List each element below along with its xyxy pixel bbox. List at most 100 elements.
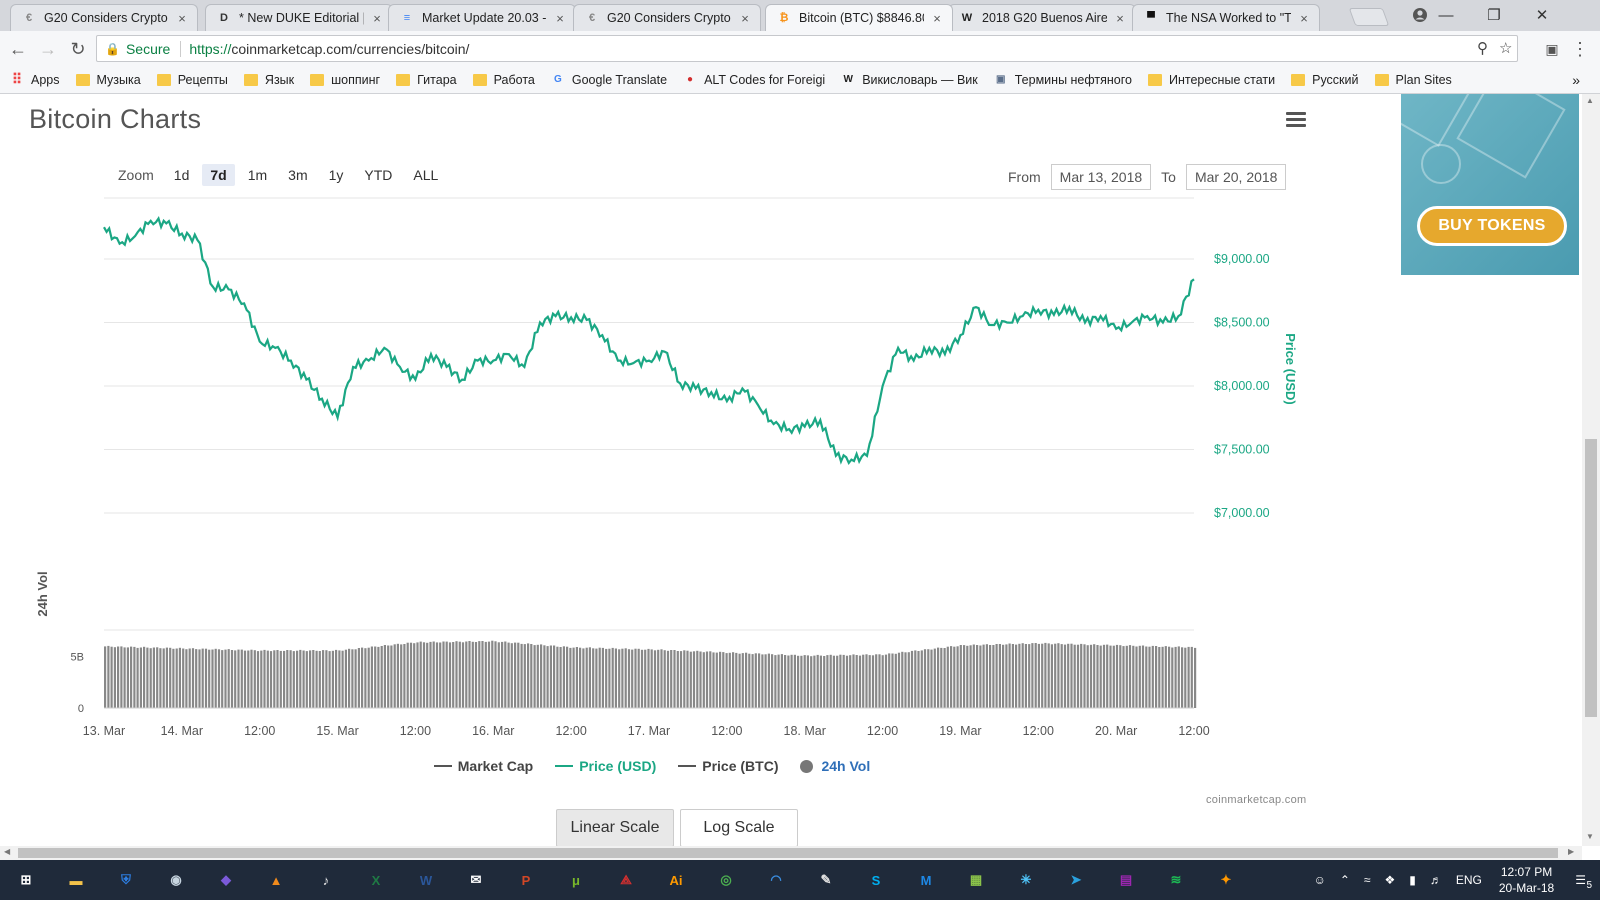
tab-close-icon[interactable]: ×	[738, 11, 752, 26]
language-indicator[interactable]: ENG	[1456, 873, 1482, 887]
bookmark-item[interactable]: ▣ Термины нефтяного	[994, 73, 1132, 87]
browser-tab[interactable]: ₿ Bitcoin (BTC) $8846.80 ×	[765, 4, 953, 31]
forward-arrow-icon[interactable]: →	[36, 37, 60, 61]
zoom-option-button[interactable]: 1m	[240, 164, 275, 186]
file-explorer-icon[interactable]: ▬	[60, 866, 92, 894]
shield-icon[interactable]: ⛨	[110, 866, 142, 894]
close-window-icon[interactable]: ✕	[1520, 3, 1564, 27]
app-orange-icon[interactable]: ✦	[1210, 866, 1242, 894]
legend-item[interactable]: 24h Vol	[800, 758, 870, 774]
tab-close-icon[interactable]: ×	[370, 11, 384, 26]
excel-icon[interactable]: X	[360, 866, 392, 894]
tab-close-icon[interactable]: ×	[1113, 11, 1127, 26]
to-date-input[interactable]: Mar 20, 2018	[1185, 164, 1287, 190]
zoom-option-button[interactable]: 1d	[166, 164, 198, 186]
wifi-icon[interactable]: ≈	[1364, 873, 1371, 887]
app-purple-icon[interactable]: ◆	[210, 866, 242, 894]
bookmark-item[interactable]: Русский	[1291, 73, 1359, 87]
windows-start-icon[interactable]: ⊞	[10, 866, 42, 894]
clock[interactable]: 12:07 PM 20-Mar-18	[1499, 864, 1554, 896]
bookmarks-more-icon[interactable]: »	[1572, 72, 1580, 88]
horizontal-scroll-thumb[interactable]	[18, 848, 1558, 858]
browser-tab[interactable]: W 2018 G20 Buenos Aire ×	[948, 4, 1136, 31]
vertical-scroll-thumb[interactable]	[1585, 439, 1597, 717]
price-chart[interactable]: 5B 0 $9,000.00 $8,500.00 $8,000.00 $7,500.00…	[0, 194, 1320, 754]
zoom-option-button[interactable]: ALL	[405, 164, 446, 186]
bookmark-item[interactable]: Гитара	[396, 73, 457, 87]
browser-tab[interactable]: € G20 Considers Crypto ×	[10, 4, 198, 31]
browser-tab[interactable]: D * New DUKE Editorial | ×	[205, 4, 393, 31]
new-tab-button[interactable]	[1348, 8, 1390, 26]
bookmark-item[interactable]: W Викисловарь — Вик	[841, 73, 977, 87]
legend-item[interactable]: Price (BTC)	[678, 758, 778, 774]
dropbox-icon[interactable]: ❖	[1384, 873, 1395, 887]
vertical-scrollbar[interactable]: ▲ ▼	[1582, 94, 1600, 846]
scroll-down-icon[interactable]: ▼	[1586, 832, 1594, 841]
bookmark-item[interactable]: Plan Sites	[1374, 73, 1452, 87]
acrobat-icon[interactable]: ⟁	[610, 866, 642, 894]
buy-tokens-button[interactable]: BUY TOKENS	[1417, 206, 1567, 246]
bookmark-item[interactable]: G Google Translate	[551, 73, 667, 87]
itunes-icon[interactable]: ♪	[310, 866, 342, 894]
tray-chevron-icon[interactable]: ⌃	[1340, 873, 1350, 887]
address-bar[interactable]: 🔒 Secure https://coinmarketcap.com/curre…	[96, 35, 1518, 62]
extension-icon[interactable]: ▣	[1540, 37, 1564, 61]
tab-close-icon[interactable]: ×	[1297, 11, 1311, 26]
chrome-icon[interactable]: ◎	[710, 866, 742, 894]
bookmark-item[interactable]: Интересные стати	[1147, 73, 1275, 87]
bookmark-item[interactable]: ● ALT Codes for Foreigi	[683, 73, 825, 87]
advertisement-banner[interactable]: BUY TOKENS	[1401, 94, 1579, 275]
scroll-right-icon[interactable]: ▶	[1568, 847, 1574, 856]
telegram-icon[interactable]: ➤	[1060, 866, 1092, 894]
bookmark-item[interactable]: ⠿ Apps	[10, 71, 60, 87]
app-flag-icon[interactable]: ▤	[1110, 866, 1142, 894]
legend-item[interactable]: Market Cap	[433, 758, 533, 774]
scroll-left-icon[interactable]: ◀	[4, 847, 10, 856]
reload-icon[interactable]: ↻	[66, 37, 90, 61]
tab-close-icon[interactable]: ×	[930, 11, 944, 26]
word-icon[interactable]: W	[410, 866, 442, 894]
illustrator-icon[interactable]: Ai	[660, 866, 692, 894]
chart-menu-icon[interactable]	[1286, 112, 1306, 128]
spotify-icon[interactable]: ≋	[1160, 866, 1192, 894]
skype-icon[interactable]: S	[860, 866, 892, 894]
notifications-icon[interactable]: ☰ 5	[1575, 873, 1592, 891]
zoom-magnifier-icon[interactable]: ⚲	[1477, 39, 1488, 57]
minimize-icon[interactable]: —	[1424, 3, 1468, 27]
back-arrow-icon[interactable]: ←	[6, 37, 30, 61]
battery-icon[interactable]: ▮	[1409, 873, 1416, 887]
from-date-input[interactable]: Mar 13, 2018	[1050, 164, 1152, 190]
steam-icon[interactable]: ◉	[160, 866, 192, 894]
scroll-up-icon[interactable]: ▲	[1586, 96, 1594, 105]
browser-tab[interactable]: € G20 Considers Crypto ×	[573, 4, 761, 31]
app-blue-icon[interactable]: ◠	[760, 866, 792, 894]
app-green-icon[interactable]: ▦	[960, 866, 992, 894]
zoom-option-button[interactable]: 1y	[321, 164, 352, 186]
restore-icon[interactable]: ❐	[1472, 3, 1516, 27]
bookmark-item[interactable]: Музыка	[75, 73, 141, 87]
bookmark-item[interactable]: Рецепты	[156, 73, 228, 87]
bookmark-item[interactable]: шоппинг	[310, 73, 380, 87]
people-icon[interactable]: ☺	[1314, 873, 1326, 887]
legend-item[interactable]: Price (USD)	[555, 758, 656, 774]
tab-close-icon[interactable]: ×	[175, 11, 189, 26]
volume-icon[interactable]: ♬	[1430, 873, 1442, 887]
browser-tab[interactable]: ▀ The NSA Worked to "Tr ×	[1132, 4, 1320, 31]
mail-icon[interactable]: ✉	[460, 866, 492, 894]
scale-button[interactable]: Log Scale	[680, 809, 798, 846]
zoom-option-button[interactable]: 3m	[280, 164, 315, 186]
horizontal-scrollbar[interactable]: ◀ ▶	[0, 846, 1582, 860]
zoom-option-button[interactable]: YTD	[356, 164, 400, 186]
powerpoint-icon[interactable]: P	[510, 866, 542, 894]
browser-tab[interactable]: ≡ Market Update 20.03 - ×	[388, 4, 576, 31]
bookmark-item[interactable]: Работа	[472, 73, 535, 87]
malwarebytes-icon[interactable]: M	[910, 866, 942, 894]
tab-close-icon[interactable]: ×	[553, 11, 567, 26]
bookmark-item[interactable]: Язык	[243, 73, 294, 87]
vlc-icon[interactable]: ▲	[260, 866, 292, 894]
utorrent-icon[interactable]: μ	[560, 866, 592, 894]
bookmark-star-icon[interactable]: ☆	[1499, 39, 1512, 57]
menu-dots-icon[interactable]: ⋮	[1568, 37, 1592, 61]
app-snowflake-icon[interactable]: ✳	[1010, 866, 1042, 894]
paint-icon[interactable]: ✎	[810, 866, 842, 894]
